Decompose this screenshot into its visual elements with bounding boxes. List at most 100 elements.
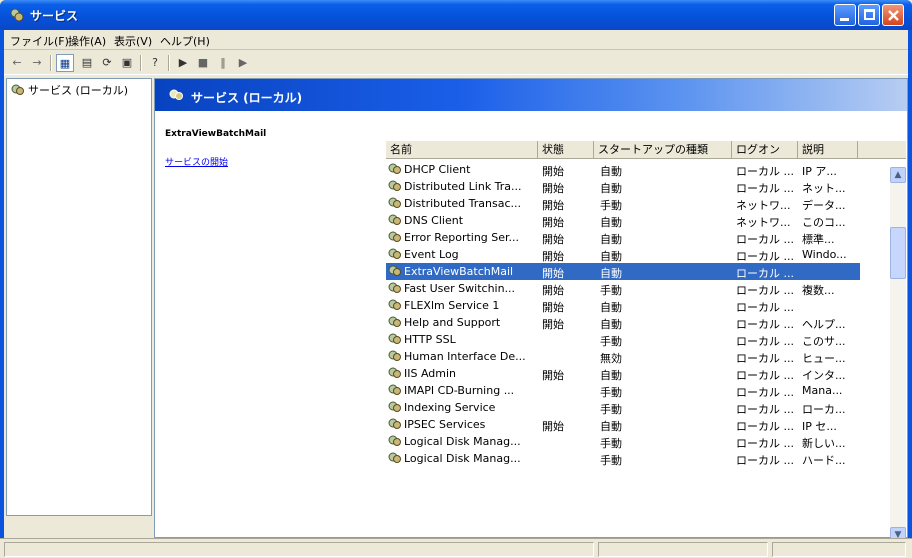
cell-logon: ローカル ...	[736, 318, 794, 331]
list-header: 名前 状態 スタートアップの種類 ログオン 説明	[386, 141, 906, 159]
table-row[interactable]: IIS Admin 開始 自動 ローカル ... インタ...	[386, 365, 906, 382]
cell-state: 開始	[542, 165, 564, 178]
table-row[interactable]: IMAPI CD-Burning ... 手動 ローカル ... Mana...	[386, 382, 906, 399]
cell-logon: ローカル ...	[736, 403, 794, 416]
cell-description: ヘルプ...	[802, 318, 846, 331]
service-gear-icon	[388, 180, 401, 191]
properties-icon[interactable]: ▤	[78, 54, 96, 72]
tree-node-services-local[interactable]: サービス (ローカル)	[11, 82, 128, 98]
table-row[interactable]: Logical Disk Manag... 手動 ローカル ... ハード...	[386, 450, 906, 467]
service-gear-icon	[388, 350, 401, 361]
table-row[interactable]: Error Reporting Ser... 開始 自動 ローカル ... 標準...	[386, 229, 906, 246]
export-list-icon[interactable]: ▣	[118, 54, 136, 72]
table-row[interactable]: IPSEC Services 開始 自動 ローカル ... IP セ...	[386, 416, 906, 433]
cell-state: 開始	[542, 301, 564, 314]
cell-logon: ローカル ...	[736, 386, 794, 399]
cell-startup: 手動	[600, 284, 622, 297]
menu-bar: ファイル(F) 操作(A) 表示(V) ヘルプ(H)	[4, 30, 908, 50]
play-icon[interactable]: ▶	[174, 54, 192, 72]
back-arrow-icon[interactable]: ←	[8, 54, 26, 72]
pane-header-title: サービス (ローカル)	[191, 91, 303, 105]
cell-state: 開始	[542, 267, 564, 280]
cell-state: 開始	[542, 420, 564, 433]
cell-description: ローカ...	[802, 403, 846, 416]
cell-name: ExtraViewBatchMail	[404, 265, 514, 278]
menu-file[interactable]: ファイル(F)	[10, 33, 69, 49]
column-header-startup[interactable]: スタートアップの種類	[594, 141, 732, 159]
menu-help[interactable]: ヘルプ(H)	[160, 33, 210, 49]
scrollbar-thumb[interactable]	[890, 227, 906, 279]
cell-logon: ローカル ...	[736, 267, 794, 280]
list-vertical-scrollbar[interactable]: ▲ ▼	[890, 167, 906, 543]
pause-icon[interactable]: ‖	[214, 54, 232, 72]
service-gear-icon	[388, 435, 401, 446]
console-tree: サービス (ローカル)	[6, 78, 152, 516]
stop-icon[interactable]: ■	[194, 54, 212, 72]
tree-node-label: サービス (ローカル)	[28, 84, 129, 97]
cell-state: 開始	[542, 369, 564, 382]
cell-logon: ローカル ...	[736, 165, 794, 178]
table-row[interactable]: Human Interface De... 無効 ローカル ... ヒュー...	[386, 348, 906, 365]
status-bar	[0, 538, 912, 558]
table-row[interactable]: HTTP SSL 手動 ローカル ... このサ...	[386, 331, 906, 348]
table-row[interactable]: Distributed Link Tra... 開始 自動 ローカル ... ネット..…	[386, 178, 906, 195]
status-segment	[598, 542, 768, 557]
table-row[interactable]: DHCP Client 開始 自動 ローカル ... IP ア...	[386, 161, 906, 178]
cell-name: IMAPI CD-Burning ...	[404, 384, 515, 397]
cell-name: Fast User Switchin...	[404, 282, 516, 295]
cell-state: 開始	[542, 199, 564, 212]
cell-startup: 自動	[600, 250, 622, 263]
help-icon[interactable]: ?	[146, 54, 164, 72]
cell-logon: ローカル ...	[736, 284, 794, 297]
cell-state: 開始	[542, 284, 564, 297]
pane-header: サービス (ローカル)	[155, 79, 907, 111]
cell-name: Distributed Transac...	[404, 197, 522, 210]
cell-name: DNS Client	[404, 214, 464, 227]
cell-name: Indexing Service	[404, 401, 496, 414]
scroll-up-button[interactable]: ▲	[890, 167, 906, 183]
cell-description: このサ...	[802, 335, 846, 348]
table-row[interactable]: Indexing Service 手動 ローカル ... ローカ...	[386, 399, 906, 416]
cell-description: IP ア...	[802, 165, 837, 178]
minimize-button[interactable]	[834, 4, 856, 26]
service-gear-icon	[388, 248, 401, 259]
refresh-icon[interactable]: ⟳	[98, 54, 116, 72]
column-header-description[interactable]: 説明	[798, 141, 858, 159]
table-row[interactable]: Fast User Switchin... 開始 手動 ローカル ... 複数...	[386, 280, 906, 297]
service-gear-icon	[388, 265, 401, 276]
table-row[interactable]: DNS Client 開始 自動 ネットワ... このコ...	[386, 212, 906, 229]
show-hide-tree-icon[interactable]: ▦	[56, 54, 74, 72]
table-row[interactable]: Logical Disk Manag... 手動 ローカル ... 新しい...	[386, 433, 906, 450]
table-row[interactable]: ExtraViewBatchMail 開始 自動 ローカル ...	[386, 263, 906, 280]
forward-arrow-icon[interactable]: →	[28, 54, 46, 72]
cell-description: IP セ...	[802, 420, 837, 433]
cell-startup: 自動	[600, 165, 622, 178]
cell-description: ハード...	[802, 454, 846, 467]
table-row[interactable]: Event Log 開始 自動 ローカル ... Windo...	[386, 246, 906, 263]
cell-name: Human Interface De...	[404, 350, 526, 363]
cell-description: Mana...	[802, 384, 843, 397]
table-row[interactable]: Distributed Transac... 開始 手動 ネットワ... データ...	[386, 195, 906, 212]
toolbar: ← → ▦ ▤ ⟳ ▣ ? ▶ ■ ‖ ▶	[4, 51, 908, 75]
cell-startup: 手動	[600, 437, 622, 450]
cell-description: 複数...	[802, 284, 835, 297]
table-row[interactable]: FLEXlm Service 1 開始 自動 ローカル ...	[386, 297, 906, 314]
column-header-logon[interactable]: ログオン	[732, 141, 798, 159]
menu-action[interactable]: 操作(A)	[68, 33, 106, 49]
start-service-link[interactable]: サービスの開始	[165, 155, 228, 168]
column-header-state[interactable]: 状態	[538, 141, 594, 159]
restart-icon[interactable]: ▶	[234, 54, 252, 72]
cell-logon: ローカル ...	[736, 301, 794, 314]
menu-view[interactable]: 表示(V)	[114, 33, 152, 49]
cell-startup: 手動	[600, 335, 622, 348]
scrollbar-track[interactable]	[890, 167, 906, 543]
close-button[interactable]	[882, 4, 904, 26]
column-header-name[interactable]: 名前	[386, 141, 538, 159]
title-bar[interactable]: サービス	[0, 0, 912, 30]
close-icon	[888, 10, 899, 21]
maximize-button[interactable]	[858, 4, 880, 26]
table-row[interactable]: Help and Support 開始 自動 ローカル ... ヘルプ...	[386, 314, 906, 331]
service-gear-icon	[388, 282, 401, 293]
service-gear-icon	[388, 367, 401, 378]
service-gear-icon	[388, 452, 401, 463]
